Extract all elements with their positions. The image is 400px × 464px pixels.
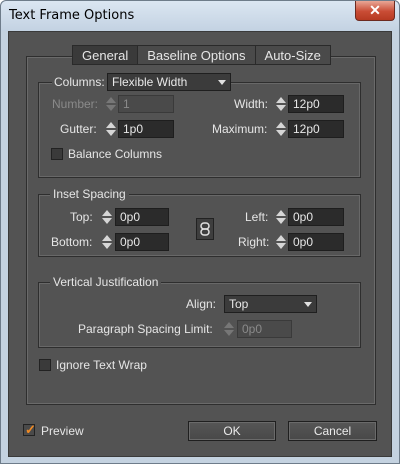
stepper-down-icon — [276, 243, 286, 249]
link-settings-button[interactable] — [196, 218, 214, 240]
maximum-stepper[interactable] — [275, 120, 287, 138]
balance-columns-label[interactable]: Balance Columns — [68, 147, 162, 161]
tab-bar: General Baseline Options Auto-Size — [72, 45, 331, 65]
top-input[interactable]: 0p0 — [115, 208, 169, 226]
chain-link-icon — [200, 222, 210, 236]
align-value: Top — [229, 297, 249, 311]
align-label: Align: — [186, 297, 217, 311]
left-stepper[interactable] — [275, 208, 287, 226]
stepper-down-icon — [106, 130, 116, 136]
stepper-up-icon — [106, 97, 116, 103]
columns-label: Columns: — [52, 75, 107, 89]
width-input[interactable]: 12p0 — [288, 95, 344, 113]
gutter-input[interactable]: 1p0 — [118, 120, 174, 138]
stepper-up-icon — [224, 322, 234, 328]
close-icon: ✕ — [369, 2, 381, 18]
stepper-up-icon — [276, 97, 286, 103]
inset-spacing-legend: Inset Spacing — [50, 187, 129, 201]
ok-button[interactable]: OK — [188, 421, 276, 441]
window-title: Text Frame Options — [9, 8, 135, 23]
top-label: Top: — [70, 210, 93, 224]
stepper-down-icon — [102, 218, 112, 224]
gutter-stepper[interactable] — [105, 120, 117, 138]
width-label: Width: — [234, 97, 269, 111]
tab-auto-size[interactable]: Auto-Size — [255, 45, 331, 65]
columns-type-value: Flexible Width — [112, 75, 188, 89]
stepper-up-icon — [102, 235, 112, 241]
stepper-up-icon — [276, 122, 286, 128]
maximum-input[interactable]: 12p0 — [288, 120, 344, 138]
bottom-stepper[interactable] — [101, 233, 113, 251]
paragraph-spacing-limit-stepper[interactable] — [223, 320, 235, 338]
stepper-down-icon — [276, 130, 286, 136]
stepper-up-icon — [276, 235, 286, 241]
right-label: Right: — [238, 235, 270, 249]
stepper-up-icon — [276, 210, 286, 216]
number-stepper[interactable] — [105, 95, 117, 113]
title-bar[interactable]: Text Frame Options ✕ — [1, 1, 399, 31]
cancel-button[interactable]: Cancel — [288, 421, 377, 441]
bottom-input[interactable]: 0p0 — [115, 233, 169, 251]
right-input[interactable]: 0p0 — [288, 233, 344, 251]
maximum-label: Maximum: — [212, 122, 268, 136]
preview-checkbox[interactable]: ✓ — [23, 422, 36, 437]
tab-general[interactable]: General — [72, 45, 139, 65]
close-button[interactable]: ✕ — [355, 1, 395, 21]
vertical-justification-group — [38, 282, 361, 348]
number-label: Number: — [52, 97, 99, 111]
width-stepper[interactable] — [275, 95, 287, 113]
align-select[interactable]: Top — [224, 295, 317, 313]
stepper-down-icon — [276, 218, 286, 224]
chevron-down-icon — [304, 302, 312, 307]
top-stepper[interactable] — [101, 208, 113, 226]
columns-type-select[interactable]: Flexible Width — [107, 73, 231, 91]
paragraph-spacing-limit-label: Paragraph Spacing Limit: — [78, 322, 213, 336]
tab-baseline-options[interactable]: Baseline Options — [138, 45, 256, 65]
left-label: Left: — [245, 210, 269, 224]
left-input[interactable]: 0p0 — [288, 208, 344, 226]
vertical-justification-legend: Vertical Justification — [50, 275, 162, 289]
ignore-text-wrap-label[interactable]: Ignore Text Wrap — [56, 358, 147, 372]
ignore-text-wrap-checkbox[interactable] — [39, 359, 51, 371]
number-input[interactable]: 1 — [118, 95, 174, 113]
preview-label[interactable]: Preview — [41, 424, 84, 438]
stepper-up-icon — [106, 122, 116, 128]
stepper-down-icon — [224, 330, 234, 336]
paragraph-spacing-limit-input[interactable]: 0p0 — [237, 320, 292, 338]
right-stepper[interactable] — [275, 233, 287, 251]
stepper-down-icon — [106, 105, 116, 111]
stepper-down-icon — [102, 243, 112, 249]
stepper-down-icon — [276, 105, 286, 111]
gutter-label: Gutter: — [60, 122, 97, 136]
bottom-label: Bottom: — [51, 235, 93, 249]
stepper-up-icon — [102, 210, 112, 216]
checkmark-icon: ✓ — [25, 422, 36, 437]
chevron-down-icon — [218, 80, 226, 85]
balance-columns-checkbox[interactable] — [51, 148, 63, 160]
